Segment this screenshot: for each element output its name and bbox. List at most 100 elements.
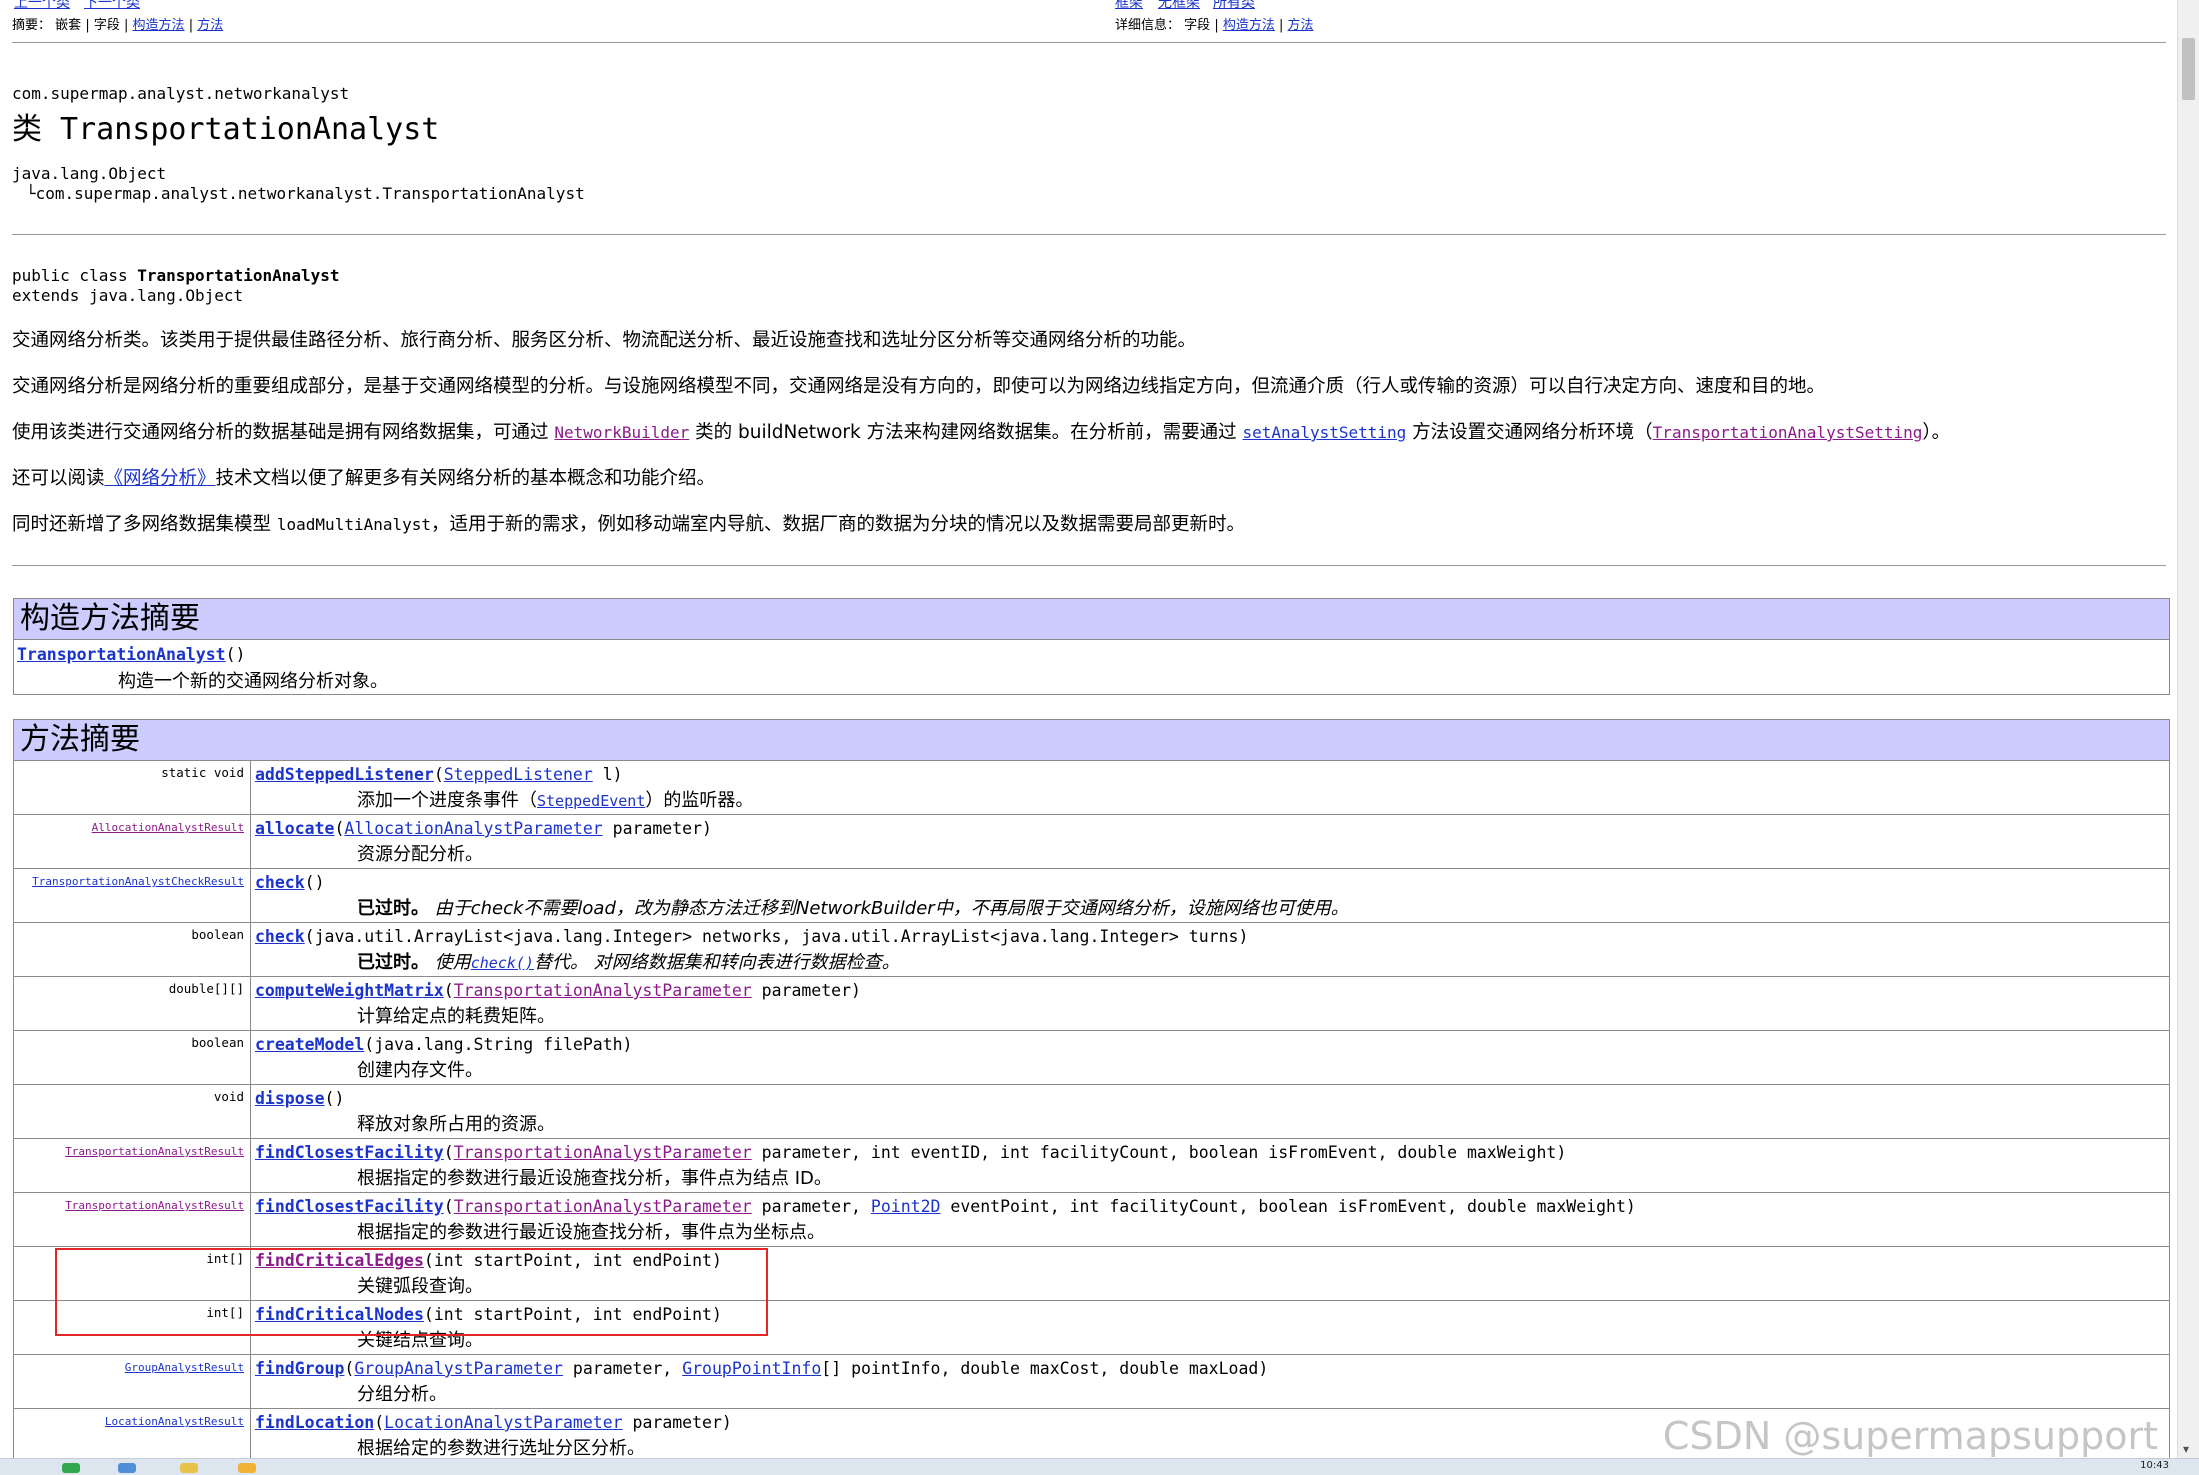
taskbar-browser-icon[interactable] xyxy=(118,1463,136,1473)
text: 同时还新增了多网络数据集模型 xyxy=(12,514,277,535)
return-type-link[interactable]: TransportationAnalystResult xyxy=(65,1199,244,1212)
constructor-link[interactable]: TransportationAnalyst xyxy=(17,645,226,664)
param-text: ( xyxy=(334,819,345,838)
param-text: l) xyxy=(592,765,623,784)
return-type-link[interactable]: AllocationAnalystResult xyxy=(92,821,244,834)
method-row: static void addSteppedListener(SteppedLis… xyxy=(14,761,2169,814)
method-name-link[interactable]: findClosestFacility xyxy=(255,1143,444,1162)
param-text: (java.lang.String filePath) xyxy=(364,1035,633,1054)
text: 类的 buildNetwork 方法来构建网络数据集。在分析前，需要通过 xyxy=(689,422,1243,443)
constructor-signature: TransportationAnalyst() xyxy=(17,645,246,664)
method-name-link[interactable]: check xyxy=(255,927,305,946)
taskbar-folder-icon[interactable] xyxy=(180,1463,198,1473)
method-description: 资源分配分析。 xyxy=(357,840,483,866)
method-signature: findLocation(LocationAnalystParameter pa… xyxy=(255,1413,732,1432)
param-type-link[interactable]: Point2D xyxy=(871,1197,941,1216)
nav-frames-link[interactable]: 框架 xyxy=(1115,0,1143,12)
method-return-type[interactable]: GroupAnalystResult xyxy=(14,1355,251,1408)
vertical-scrollbar[interactable]: ▾ xyxy=(2177,0,2199,1458)
param-type-link[interactable]: TransportationAnalystParameter xyxy=(454,1197,752,1216)
method-name-link[interactable]: createModel xyxy=(255,1035,364,1054)
deprecated-note: 由于check不需要load，改为静态方法迁移到NetworkBuilder中，… xyxy=(429,898,1349,919)
javadoc-page: 上一个类 下一个类 框架 无框架 所有类 摘要： 嵌套 | 字段 | 构造方法 … xyxy=(0,0,2178,1458)
summary-method-link[interactable]: 方法 xyxy=(197,18,223,33)
return-type-link[interactable]: TransportationAnalystResult xyxy=(65,1145,244,1158)
separator: | xyxy=(1279,18,1284,33)
scrollbar-thumb[interactable] xyxy=(2182,38,2195,100)
param-text: eventPoint, int facilityCount, boolean i… xyxy=(940,1197,1636,1216)
method-return-type[interactable]: TransportationAnalystResult xyxy=(14,1193,251,1246)
param-type-link[interactable]: TransportationAnalystParameter xyxy=(454,1143,752,1162)
method-return-type[interactable]: LocationAnalystResult xyxy=(14,1409,251,1458)
page-title: 类 TransportationAnalyst xyxy=(12,104,439,148)
nav-all-classes-link[interactable]: 所有类 xyxy=(1213,0,1255,12)
constructor-description: 构造一个新的交通网络分析对象。 xyxy=(118,671,388,692)
method-row: boolean check(java.util.ArrayList<java.la… xyxy=(14,922,2169,976)
method-signature: check(java.util.ArrayList<java.lang.Inte… xyxy=(255,927,1248,946)
method-signature: allocate(AllocationAnalystParameter para… xyxy=(255,819,712,838)
return-type-link[interactable]: LocationAnalystResult xyxy=(105,1415,244,1428)
constructor-summary-heading: 构造方法摘要 xyxy=(14,599,2169,640)
transportationanalystsetting-link[interactable]: TransportationAnalystSetting xyxy=(1653,423,1923,442)
detail-constructor-link[interactable]: 构造方法 xyxy=(1223,18,1275,33)
method-signature: findGroup(GroupAnalystParameter paramete… xyxy=(255,1359,1268,1378)
method-name-link[interactable]: computeWeightMatrix xyxy=(255,981,444,1000)
method-name-link[interactable]: addSteppedListener xyxy=(255,765,434,784)
text: 方法设置交通网络分析环境（ xyxy=(1406,422,1653,443)
param-type-link[interactable]: TransportationAnalystParameter xyxy=(454,981,752,1000)
networkbuilder-link[interactable]: NetworkBuilder xyxy=(554,423,689,442)
divider xyxy=(12,42,2166,43)
decl-modifiers: public class xyxy=(12,266,138,285)
nav-prev-class-link[interactable]: 上一个类 xyxy=(14,0,70,12)
method-return-type[interactable]: TransportationAnalystResult xyxy=(14,1139,251,1192)
method-description: 分组分析。 xyxy=(357,1380,447,1406)
method-summary-heading: 方法摘要 xyxy=(14,720,2169,761)
desc-text: 资源分配分析。 xyxy=(357,844,483,865)
param-text: parameter) xyxy=(622,1413,732,1432)
method-name-link[interactable]: check xyxy=(255,873,305,892)
param-type-link[interactable]: GroupAnalystParameter xyxy=(354,1359,563,1378)
method-name-link[interactable]: findLocation xyxy=(255,1413,374,1432)
param-type-link[interactable]: SteppedListener xyxy=(444,765,593,784)
text: ，适用于新的需求，例如移动端室内导航、数据厂商的数据为分块的情况以及数据需要局部… xyxy=(431,514,1246,535)
setanalystsetting-link[interactable]: setAnalystSetting xyxy=(1243,423,1407,442)
method-name-link[interactable]: dispose xyxy=(255,1089,325,1108)
param-text: parameter, int eventID, int facilityCoun… xyxy=(751,1143,1567,1162)
param-text: parameter) xyxy=(602,819,712,838)
method-description: 计算给定点的耗费矩阵。 xyxy=(357,1002,555,1028)
method-row: TransportationAnalystCheckResult check() 已… xyxy=(14,868,2169,922)
network-analysis-doc-link[interactable]: 《网络分析》 xyxy=(105,468,216,489)
taskbar-app-icon[interactable] xyxy=(238,1463,256,1473)
method-return-type[interactable]: AllocationAnalystResult xyxy=(14,815,251,868)
method-name-link[interactable]: allocate xyxy=(255,819,334,838)
method-return-type: boolean xyxy=(14,1031,251,1084)
desc-text: 根据指定的参数进行最近设施查找分析，事件点为结点 ID。 xyxy=(357,1168,832,1189)
method-name-link[interactable]: findClosestFacility xyxy=(255,1197,444,1216)
separator: | xyxy=(85,18,90,33)
taskbar: 10:43 xyxy=(0,1458,2199,1475)
method-name-link[interactable]: findGroup xyxy=(255,1359,344,1378)
deprecated-replacement-link[interactable]: check() xyxy=(471,954,534,972)
nav-next-class-link[interactable]: 下一个类 xyxy=(84,0,140,12)
taskbar-app-icon[interactable] xyxy=(62,1463,80,1473)
param-type-link[interactable]: AllocationAnalystParameter xyxy=(344,819,602,838)
nav-no-frames-link[interactable]: 无框架 xyxy=(1158,0,1200,12)
summary-constructor-link[interactable]: 构造方法 xyxy=(133,18,185,33)
param-text: ( xyxy=(443,981,454,1000)
method-return-type[interactable]: TransportationAnalystCheckResult xyxy=(14,869,251,922)
scroll-down-arrow-icon[interactable]: ▾ xyxy=(2183,1442,2189,1456)
detail-method-link[interactable]: 方法 xyxy=(1288,18,1314,33)
param-type-link[interactable]: LocationAnalystParameter xyxy=(384,1413,622,1432)
method-return-type: double[][] xyxy=(14,977,251,1030)
param-text: [] pointInfo, double maxCost, double max… xyxy=(821,1359,1269,1378)
desc-link[interactable]: SteppedEvent xyxy=(537,792,645,810)
return-type-link[interactable]: GroupAnalystResult xyxy=(125,1361,244,1374)
method-row: GroupAnalystResult findGroup(GroupAnalyst… xyxy=(14,1354,2169,1408)
param-type-link[interactable]: GroupPointInfo xyxy=(682,1359,821,1378)
separator: | xyxy=(188,18,194,33)
decl-class-name: TransportationAnalyst xyxy=(137,266,340,285)
description-paragraph-5: 同时还新增了多网络数据集模型 loadMultiAnalyst，适用于新的需求，… xyxy=(12,510,1245,536)
return-type-link[interactable]: TransportationAnalystCheckResult xyxy=(32,875,244,888)
desc-text: 根据给定的参数进行选址分区分析。 xyxy=(357,1438,645,1458)
method-row: boolean createModel(java.lang.String file… xyxy=(14,1030,2169,1084)
